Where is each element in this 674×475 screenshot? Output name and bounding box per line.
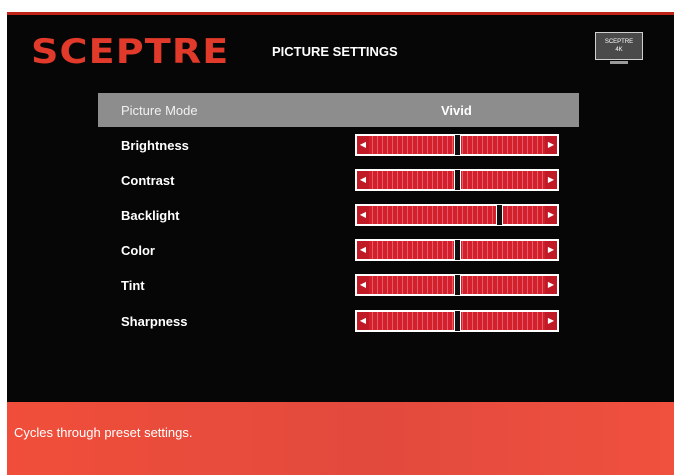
slider-track: ◀ ▶ [357,135,557,155]
brand-logo: SCEPTRE [31,32,230,72]
arrow-right-icon[interactable]: ▶ [545,206,557,224]
menu-item-color[interactable]: Color ◀ ▶ [98,233,579,267]
slider-knob[interactable] [454,170,461,190]
backlight-slider[interactable]: ◀ ▶ [355,204,559,226]
slider-track: ◀ ▶ [357,205,557,225]
backlight-label: Backlight [121,208,180,223]
slider-knob[interactable] [454,135,461,155]
arrow-left-icon[interactable]: ◀ [357,276,369,294]
color-slider[interactable]: ◀ ▶ [355,239,559,261]
slider-knob[interactable] [454,275,461,295]
arrow-right-icon[interactable]: ▶ [545,241,557,259]
picture-mode-label: Picture Mode [121,103,198,118]
menu-item-brightness[interactable]: Brightness ◀ ▶ [98,128,579,162]
arrow-left-icon[interactable]: ◀ [357,171,369,189]
arrow-left-icon[interactable]: ◀ [357,312,369,330]
slider-track: ◀ ▶ [357,170,557,190]
contrast-slider[interactable]: ◀ ▶ [355,169,559,191]
tint-slider[interactable]: ◀ ▶ [355,274,559,296]
tv-screen: SCEPTRE PICTURE SETTINGS SCEPTRE 4K Pict… [7,12,674,475]
menu-item-tint[interactable]: Tint ◀ ▶ [98,268,579,302]
slider-track: ◀ ▶ [357,240,557,260]
color-label: Color [121,243,155,258]
top-accent-line [7,12,674,15]
badge-stand [610,61,628,64]
menu-item-contrast[interactable]: Contrast ◀ ▶ [98,163,579,197]
sceptre-4k-badge-icon: SCEPTRE 4K [595,32,643,60]
menu-item-sharpness[interactable]: Sharpness ◀ ▶ [98,304,579,338]
arrow-right-icon[interactable]: ▶ [545,312,557,330]
slider-knob[interactable] [454,240,461,260]
sharpness-slider[interactable]: ◀ ▶ [355,310,559,332]
arrow-left-icon[interactable]: ◀ [357,241,369,259]
contrast-label: Contrast [121,173,175,188]
badge-brand: SCEPTRE [604,39,634,45]
arrow-right-icon[interactable]: ▶ [545,171,557,189]
picture-mode-value[interactable]: Vivid [441,103,472,118]
arrow-right-icon[interactable]: ▶ [545,136,557,154]
slider-track: ◀ ▶ [357,311,557,331]
arrow-left-icon[interactable]: ◀ [357,206,369,224]
slider-track: ◀ ▶ [357,275,557,295]
menu-item-backlight[interactable]: Backlight ◀ ▶ [98,198,579,232]
sharpness-label: Sharpness [121,314,188,329]
slider-knob[interactable] [496,205,503,225]
arrow-right-icon[interactable]: ▶ [545,276,557,294]
menu-title: PICTURE SETTINGS [272,44,398,59]
slider-knob[interactable] [454,311,461,331]
brightness-slider[interactable]: ◀ ▶ [355,134,559,156]
arrow-left-icon[interactable]: ◀ [357,136,369,154]
menu-item-picture-mode[interactable]: Picture Mode Vivid [98,93,579,127]
tint-label: Tint [121,278,145,293]
help-bar: Cycles through preset settings. [7,402,674,475]
brightness-label: Brightness [121,138,189,153]
help-text: Cycles through preset settings. [14,425,193,440]
badge-resolution: 4K [615,47,623,53]
